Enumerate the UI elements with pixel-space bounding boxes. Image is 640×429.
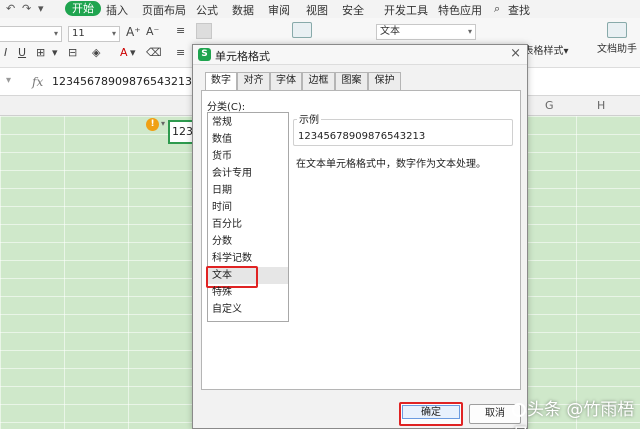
name-box-dropdown-icon[interactable]: ▾ <box>6 75 11 86</box>
category-text[interactable]: 文本 <box>206 266 288 288</box>
font-size-select[interactable]: 11 ▾ <box>68 26 120 42</box>
tab-font[interactable]: 字体 <box>270 72 302 90</box>
search-icon[interactable]: ⌕ <box>494 2 500 16</box>
category-date[interactable]: 日期 <box>208 182 288 199</box>
tab-home[interactable]: 开始 <box>65 1 101 16</box>
menu-bar: ↶ ↷ ▾ 开始 插入 页面布局 公式 数据 审阅 视图 安全 开发工具 特色应… <box>0 0 640 18</box>
doc-helper-button[interactable]: 文档助手 <box>594 22 640 55</box>
underline-icon[interactable]: U <box>18 46 26 59</box>
search-label[interactable]: 查找 <box>508 2 530 18</box>
watermark-text: 头条 @竹雨梧月 <box>512 400 635 429</box>
category-number[interactable]: 数值 <box>208 131 288 148</box>
tab-protection[interactable]: 保护 <box>368 72 401 90</box>
tab-page-layout[interactable]: 页面布局 <box>142 2 186 18</box>
tab-pattern[interactable]: 图案 <box>335 72 368 90</box>
column-header-h[interactable]: H <box>597 99 605 112</box>
tab-number[interactable]: 数字 <box>205 72 237 91</box>
dialog-title: 单元格格式 <box>215 50 270 63</box>
tab-developer[interactable]: 开发工具 <box>384 2 428 18</box>
format-cells-dialog: S 单元格格式 × 数字 对齐 字体 边框 图案 保护 分类(C): 常规 数值… <box>192 44 528 429</box>
watermark: 头条 @竹雨梧月 <box>512 395 640 429</box>
category-accounting[interactable]: 会计专用 <box>208 165 288 182</box>
category-fraction[interactable]: 分数 <box>208 233 288 250</box>
ok-button[interactable]: 确定 <box>399 402 463 426</box>
sample-value: 12345678909876543213 <box>298 131 426 142</box>
tab-review[interactable]: 审阅 <box>268 2 290 18</box>
wps-logo-icon: S <box>198 48 211 61</box>
number-format-value: 文本 <box>380 26 400 37</box>
category-percentage[interactable]: 百分比 <box>208 216 288 233</box>
redo-icon[interactable]: ↷ <box>22 2 31 15</box>
category-special[interactable]: 特殊 <box>208 284 288 301</box>
column-header-g[interactable]: G <box>545 99 554 112</box>
warning-icon[interactable]: ! <box>146 118 159 131</box>
decrease-font-icon[interactable]: A⁻ <box>146 25 159 38</box>
font-name-select[interactable]: ▾ <box>0 26 62 42</box>
italic-icon[interactable]: I <box>4 46 7 59</box>
tab-data[interactable]: 数据 <box>232 2 254 18</box>
category-general[interactable]: 常规 <box>208 114 288 131</box>
doc-helper-icon <box>607 22 627 38</box>
font-color-icon[interactable]: A <box>120 46 128 59</box>
sample-title: 示例 <box>297 111 321 126</box>
formula-input[interactable]: 12345678909876543213 <box>52 75 192 88</box>
wrap-text-button[interactable] <box>290 22 314 40</box>
tab-special[interactable]: 特色应用 <box>438 2 482 18</box>
dialog-titlebar: S 单元格格式 × <box>193 45 527 65</box>
fx-icon[interactable]: fx <box>32 75 43 89</box>
category-currency[interactable]: 货币 <box>208 148 288 165</box>
tab-view[interactable]: 视图 <box>306 2 328 18</box>
category-time[interactable]: 时间 <box>208 199 288 216</box>
increase-font-icon[interactable]: A⁺ <box>126 25 141 39</box>
borders-dropdown-icon[interactable]: ▾ <box>52 46 58 59</box>
quick-access-dropdown-icon[interactable]: ▾ <box>38 2 44 15</box>
watermark-icon <box>512 403 526 417</box>
clear-format-icon[interactable]: ⌫ <box>146 46 162 59</box>
borders-icon[interactable]: ⊞ <box>36 46 45 59</box>
category-label: 分类(C): <box>207 102 246 113</box>
undo-icon[interactable]: ↶ <box>6 2 15 15</box>
merge-icon[interactable]: ⊟ <box>68 46 77 59</box>
tab-alignment[interactable]: 对齐 <box>237 72 270 90</box>
font-size-value: 11 <box>72 28 85 39</box>
category-list[interactable]: 常规 数值 货币 会计专用 日期 时间 百分比 分数 科学记数 文本 特殊 自定… <box>206 112 289 322</box>
wrap-text-icon <box>292 22 312 38</box>
category-custom[interactable]: 自定义 <box>208 301 288 318</box>
align-middle-icon[interactable] <box>196 23 212 39</box>
align-left-icon[interactable]: ≡ <box>176 46 185 59</box>
font-color-dropdown-icon[interactable]: ▾ <box>130 46 136 59</box>
ok-button-label: 确定 <box>402 405 460 419</box>
fill-color-icon[interactable]: ◈ <box>92 46 100 59</box>
category-scientific[interactable]: 科学记数 <box>208 250 288 267</box>
tab-security[interactable]: 安全 <box>342 2 364 18</box>
format-description: 在文本单元格格式中，数字作为文本处理。 <box>296 159 486 170</box>
number-format-select[interactable]: 文本 ▾ <box>376 24 476 40</box>
tab-border[interactable]: 边框 <box>302 72 335 90</box>
align-top-icon[interactable]: ≡ <box>176 24 185 37</box>
close-icon[interactable]: × <box>510 46 521 61</box>
tab-insert[interactable]: 插入 <box>106 2 128 18</box>
tab-formulas[interactable]: 公式 <box>196 2 218 18</box>
warning-dropdown-icon[interactable]: ▾ <box>161 119 165 128</box>
